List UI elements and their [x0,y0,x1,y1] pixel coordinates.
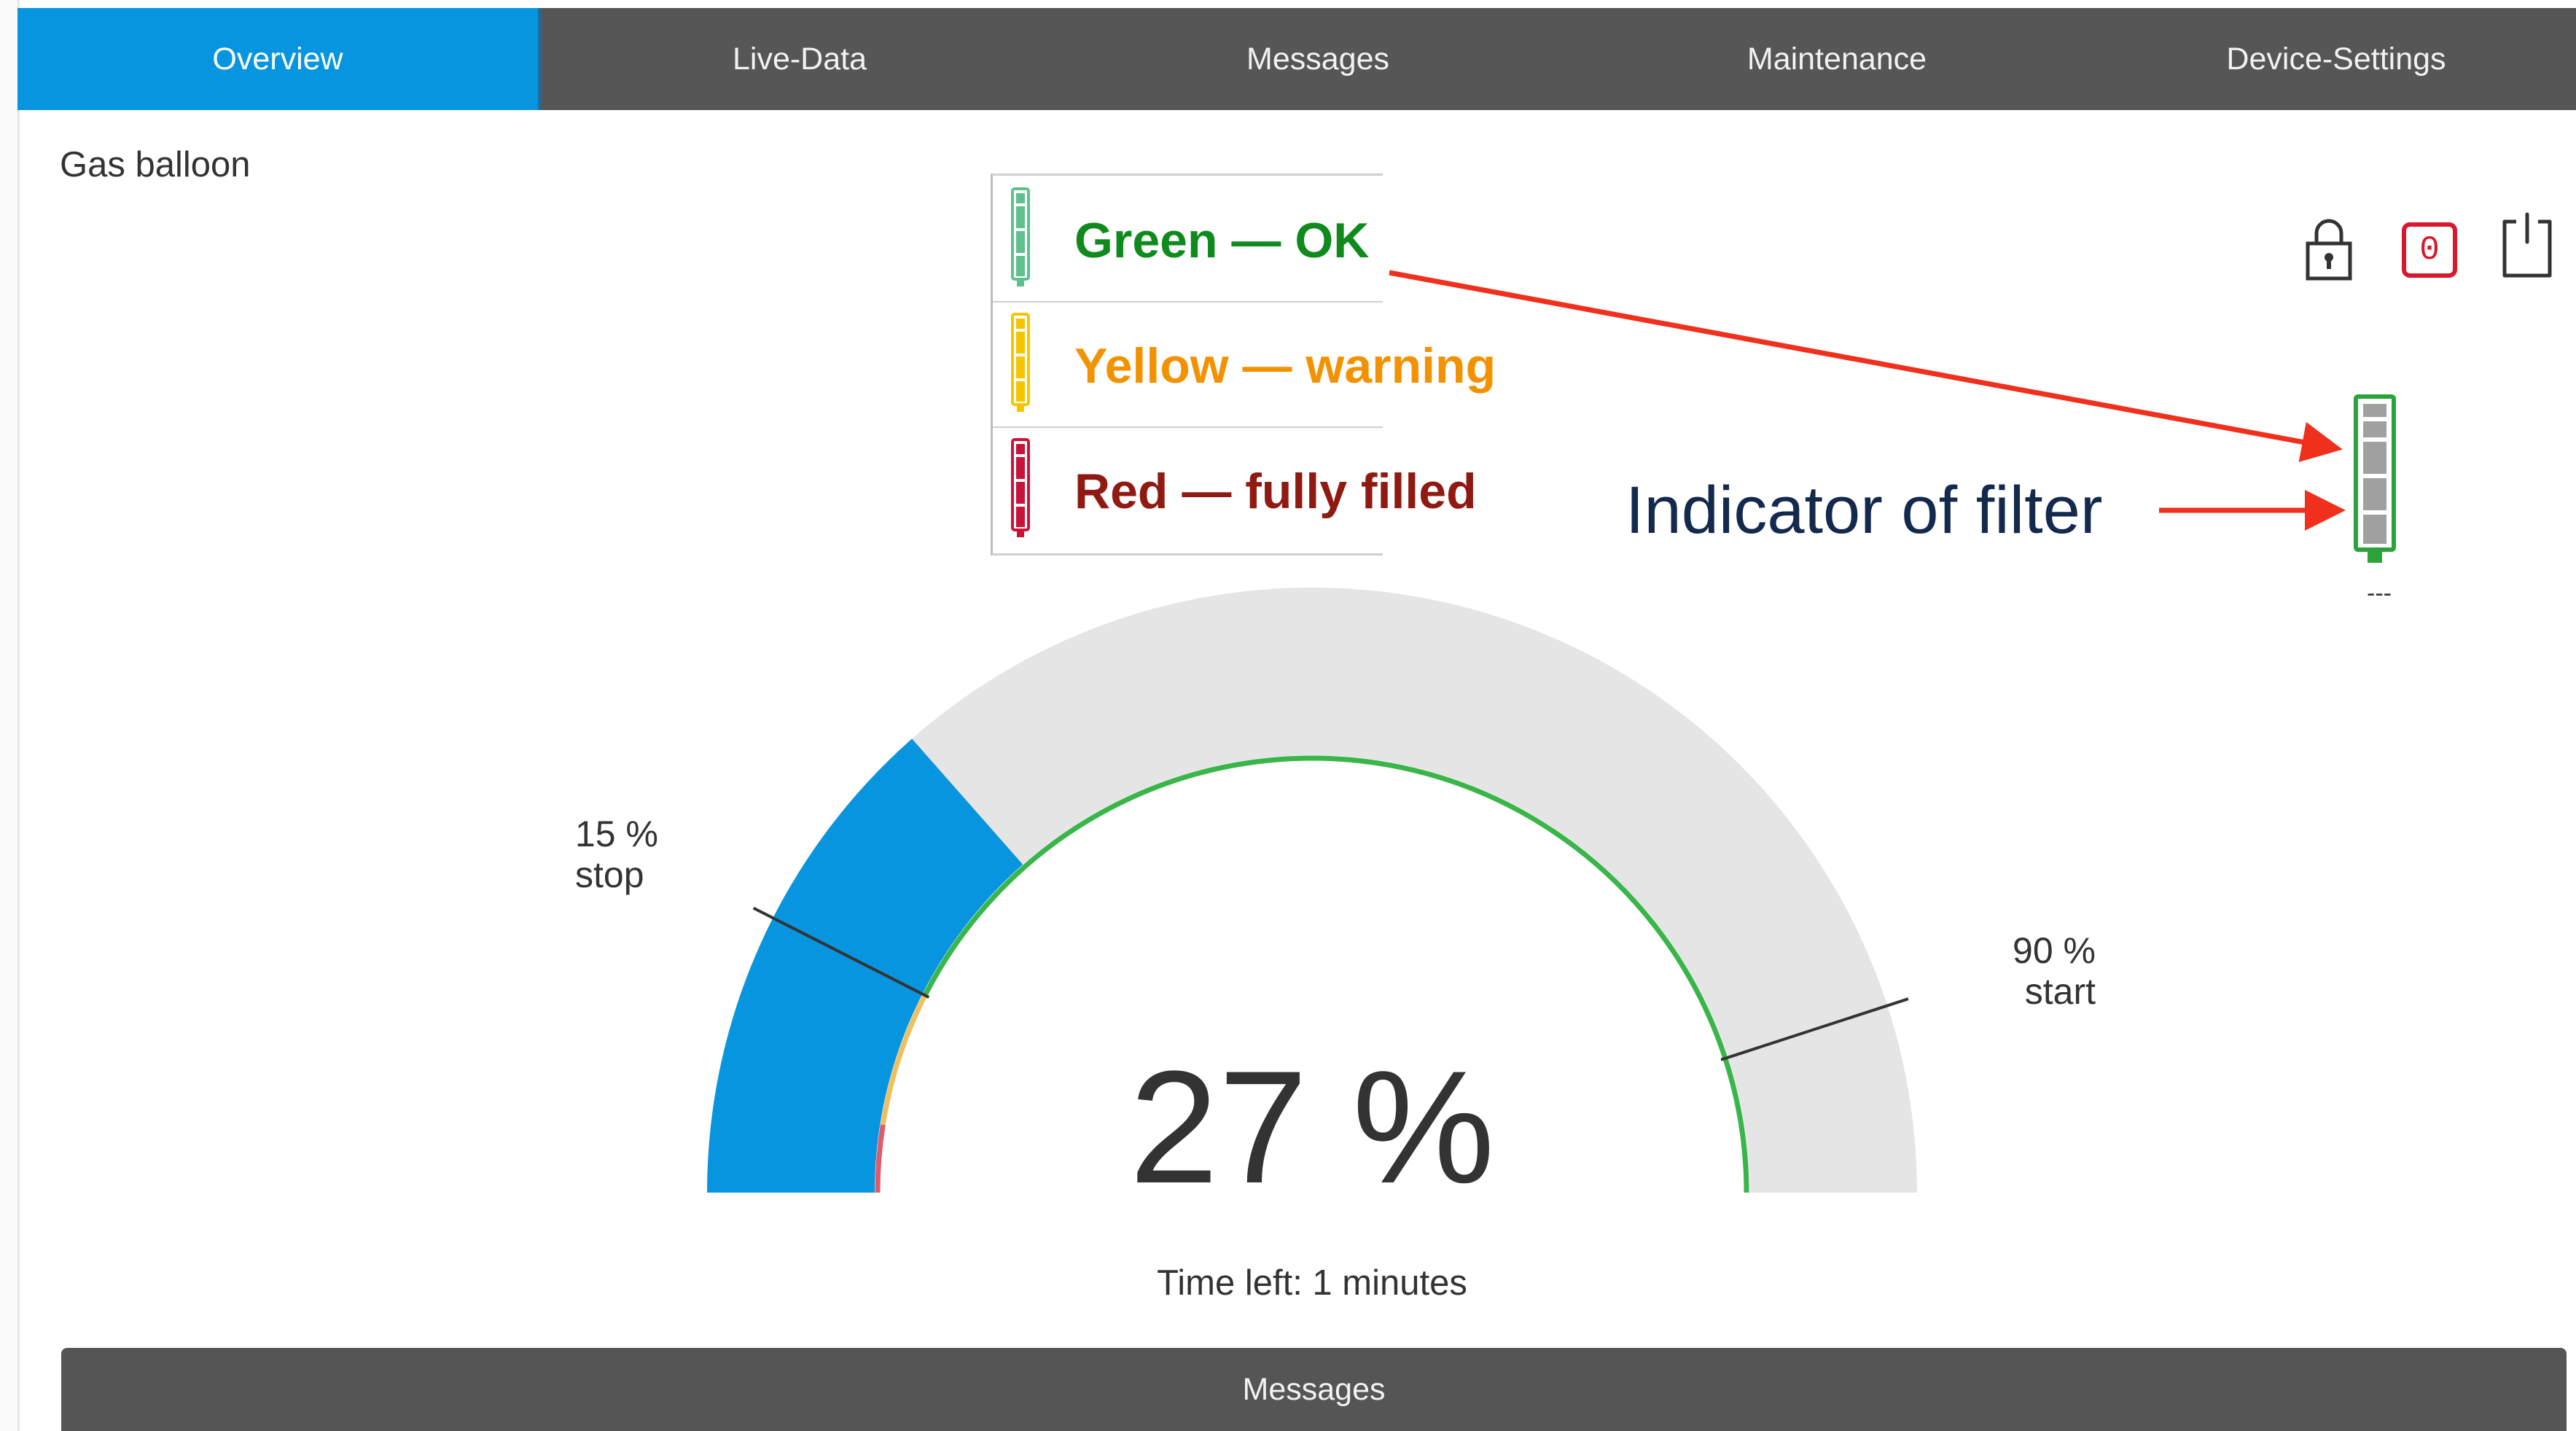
legend-label-green: Green — OK [1074,213,1370,268]
tab-bar: Overview Live-Data Messages Maintenance … [17,8,2576,110]
tab-device-settings[interactable]: Device-Settings [2096,8,2576,110]
legend-row-yellow: Yellow — warning [993,301,1496,428]
stop-marker-percent: 15 % [575,814,658,854]
filter-legend: Green — OK Yellow — warning Red — fully … [991,173,1496,555]
filter-green-icon [1011,187,1030,286]
legend-label-yellow: Yellow — warning [1074,338,1496,394]
gauge-start-marker [1720,997,1909,1061]
lock-icon[interactable] [2296,211,2362,284]
gauge-fill [707,738,1023,1193]
stop-marker-label: 15 % stop [575,814,658,895]
filter-yellow-icon [1011,313,1030,412]
legend-row-red: Red — fully filled [993,426,1477,552]
filter-indicator [2354,394,2396,563]
counter-value: 0 [2419,231,2440,269]
page-title: Gas balloon [60,145,251,184]
gauge-stop-marker [752,906,930,999]
tab-maintenance[interactable]: Maintenance [1577,8,2096,110]
tab-messages[interactable]: Messages [1058,8,1577,110]
power-icon[interactable] [2494,211,2560,284]
filter-indicator-value: --- [2367,580,2392,607]
gauge-value: 27 % [1129,1037,1495,1217]
time-left: Time left: 1 minutes [1157,1263,1467,1303]
counter-button[interactable]: 0 [2397,211,2462,284]
left-edge [0,0,20,1431]
start-marker-label: 90 % start [2001,930,2096,1012]
messages-panel-header[interactable]: Messages [61,1348,2567,1431]
filter-red-icon [1011,438,1030,537]
annotation-label: Indicator of filter [1625,473,2103,547]
legend-label-red: Red — fully filled [1074,464,1477,519]
start-marker-text: start [2024,971,2096,1012]
tab-live-data[interactable]: Live-Data [541,8,1058,110]
legend-row-green: Green — OK [993,176,1383,303]
device-toolbar: 0 [2289,211,2566,292]
start-marker-percent: 90 % [2013,930,2096,971]
tab-overview[interactable]: Overview [17,8,538,110]
gauge-critical-band [875,1124,886,1193]
gauge-warning-band [880,994,928,1126]
stop-marker-text: stop [575,854,644,895]
arrow-legend-to-indicator [1389,270,2343,462]
